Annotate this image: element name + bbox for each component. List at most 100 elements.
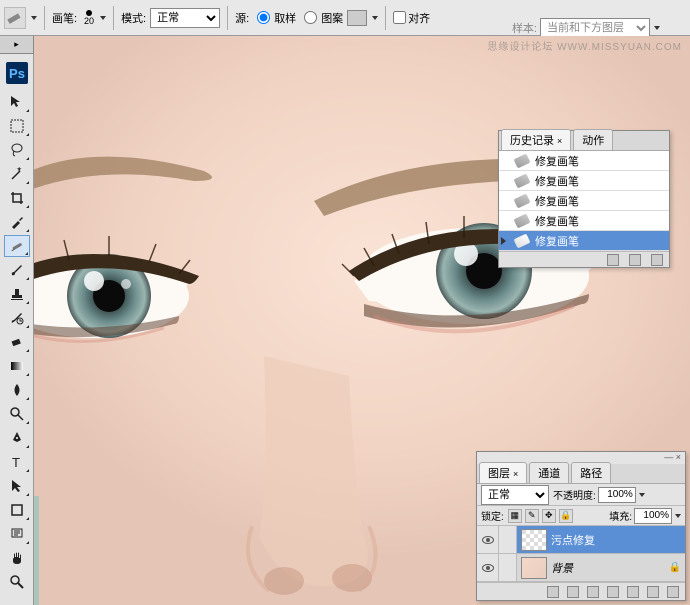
tab-layers[interactable]: 图层× [479,462,527,483]
blend-mode-select[interactable]: 正常 [481,485,549,505]
hand-tool[interactable] [4,547,30,569]
layer-name[interactable]: 污点修复 [551,532,685,548]
source-pattern-radio[interactable]: 图案 [300,10,343,26]
history-item[interactable]: 修复画笔 [499,231,669,251]
brush-preview[interactable]: 20 [81,10,106,26]
watermark-text: 思缘设计论坛 WWW.MISSYUAN.COM [487,38,682,53]
crop-tool[interactable] [4,187,30,209]
layer-item[interactable]: 污点修复 [477,526,685,554]
tool-preset-icon[interactable] [4,7,26,29]
history-panel: 历史记录× 动作 修复画笔 修复画笔 修复画笔 修复画笔 修复画笔 [498,130,670,268]
layers-panel: — × 图层× 通道 路径 正常 不透明度: 锁定: ▦ ✎ ✥ 🔒 填 [476,451,686,601]
notes-tool[interactable] [4,523,30,545]
layer-name[interactable]: 背景 [551,560,669,576]
lasso-tool[interactable] [4,139,30,161]
close-icon[interactable]: × [557,136,562,146]
chevron-down-icon[interactable] [639,493,645,497]
wand-tool[interactable] [4,163,30,185]
source-sampled-radio[interactable]: 取样 [253,10,296,26]
history-item[interactable]: 修复画笔 [499,191,669,211]
pattern-swatch[interactable] [347,10,367,26]
divider [385,6,386,30]
tab-channels[interactable]: 通道 [529,462,569,483]
lock-position-icon[interactable]: ✥ [542,509,556,523]
dodge-tool[interactable] [4,403,30,425]
link-layers-icon[interactable] [547,586,559,598]
blur-tool[interactable] [4,379,30,401]
healing-brush-icon [514,213,531,228]
sample-label: 样本: [512,20,537,36]
healing-brush-icon [514,233,531,248]
fx-icon[interactable] [567,586,579,598]
layer-link-col[interactable] [499,526,517,553]
group-icon[interactable] [627,586,639,598]
healing-brush-icon [514,173,531,188]
trash-icon[interactable] [651,254,663,266]
type-tool[interactable]: T [4,451,30,473]
new-layer-icon[interactable] [647,586,659,598]
opacity-input[interactable] [598,487,636,503]
doc-tab-arrow[interactable]: ▸ [0,36,34,54]
move-tool[interactable] [4,91,30,113]
mode-label: 模式: [121,10,146,26]
eyedropper-tool[interactable] [4,211,30,233]
trash-icon[interactable] [667,586,679,598]
tab-paths[interactable]: 路径 [571,462,611,483]
tab-actions[interactable]: 动作 [573,129,613,150]
stamp-tool[interactable] [4,283,30,305]
brush-tool[interactable] [4,259,30,281]
sample-select[interactable]: 当前和下方图层 [540,18,650,38]
close-icon[interactable]: × [513,469,518,479]
zoom-tool[interactable] [4,571,30,593]
chevron-down-icon[interactable] [100,16,106,20]
photoshop-logo: Ps [6,62,28,84]
divider [113,6,114,30]
history-item[interactable]: 修复画笔 [499,171,669,191]
panel-minimize-icon[interactable]: — × [664,452,681,464]
align-checkbox[interactable]: 对齐 [393,10,430,26]
lock-icon: 🔒 [669,562,681,573]
marquee-tool[interactable] [4,115,30,137]
layer-link-col[interactable] [499,554,517,581]
layers-footer [477,582,685,600]
fill-input[interactable] [634,508,672,524]
pen-tool[interactable] [4,427,30,449]
opacity-label: 不透明度: [553,487,596,502]
eraser-tool[interactable] [4,331,30,353]
options-bar: 画笔: 20 模式: 正常 源: 取样 图案 对齐 样本: 当前和下方图层 [0,0,690,36]
visibility-toggle[interactable] [477,554,499,581]
svg-text:T: T [12,455,20,470]
adjustment-icon[interactable] [607,586,619,598]
layer-thumbnail[interactable] [521,557,547,579]
main-area: ▸ Ps T [0,36,690,605]
layer-thumbnail[interactable] [521,529,547,551]
chevron-down-icon[interactable] [31,16,37,20]
history-item[interactable]: 修复画笔 [499,151,669,171]
chevron-down-icon[interactable] [675,514,681,518]
mode-select[interactable]: 正常 [150,8,220,28]
history-list: 修复画笔 修复画笔 修复画笔 修复画笔 修复画笔 [499,151,669,251]
healing-brush-tool[interactable] [4,235,30,257]
history-item[interactable]: 修复画笔 [499,211,669,231]
new-snapshot-icon[interactable] [607,254,619,266]
history-brush-tool[interactable] [4,307,30,329]
shape-tool[interactable] [4,499,30,521]
gradient-tool[interactable] [4,355,30,377]
new-state-icon[interactable] [629,254,641,266]
chevron-down-icon[interactable] [654,26,660,30]
healing-brush-icon [514,193,531,208]
lock-all-icon[interactable]: 🔒 [559,509,573,523]
history-footer [499,251,669,267]
visibility-toggle[interactable] [477,526,499,553]
lock-pixels-icon[interactable]: ✎ [525,509,539,523]
lock-transparency-icon[interactable]: ▦ [508,509,522,523]
path-select-tool[interactable] [4,475,30,497]
chevron-down-icon[interactable] [372,16,378,20]
brush-label: 画笔: [52,10,77,26]
toolbox: T [2,90,32,594]
mask-icon[interactable] [587,586,599,598]
fill-label: 填充: [609,508,632,523]
tab-history[interactable]: 历史记录× [501,129,571,150]
layer-item[interactable]: 背景 🔒 [477,554,685,582]
layers-list: 污点修复 背景 🔒 [477,526,685,582]
